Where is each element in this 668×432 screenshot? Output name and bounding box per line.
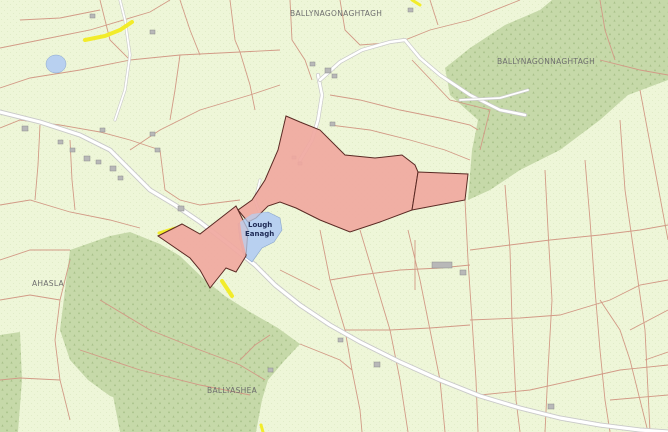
- lake-label-line1: Lough: [248, 221, 272, 229]
- map-view[interactable]: BALLYNAGONAGHTAGH BALLYNAGONNAGHTAGH AHA…: [0, 0, 668, 432]
- map-canvas: BALLYNAGONAGHTAGH BALLYNAGONNAGHTAGH AHA…: [0, 0, 668, 432]
- townland-label-bottom: BALLYASHEA: [207, 386, 258, 395]
- lake-label-line2: Eanagh: [245, 230, 274, 238]
- townland-label-top: BALLYNAGONAGHTAGH: [290, 9, 382, 18]
- forest-west-strip: [0, 332, 22, 432]
- townland-label-left: AHASLA: [32, 279, 65, 288]
- pond-northwest: [45, 54, 67, 74]
- townland-label-right: BALLYNAGONNAGHTAGH: [497, 57, 595, 66]
